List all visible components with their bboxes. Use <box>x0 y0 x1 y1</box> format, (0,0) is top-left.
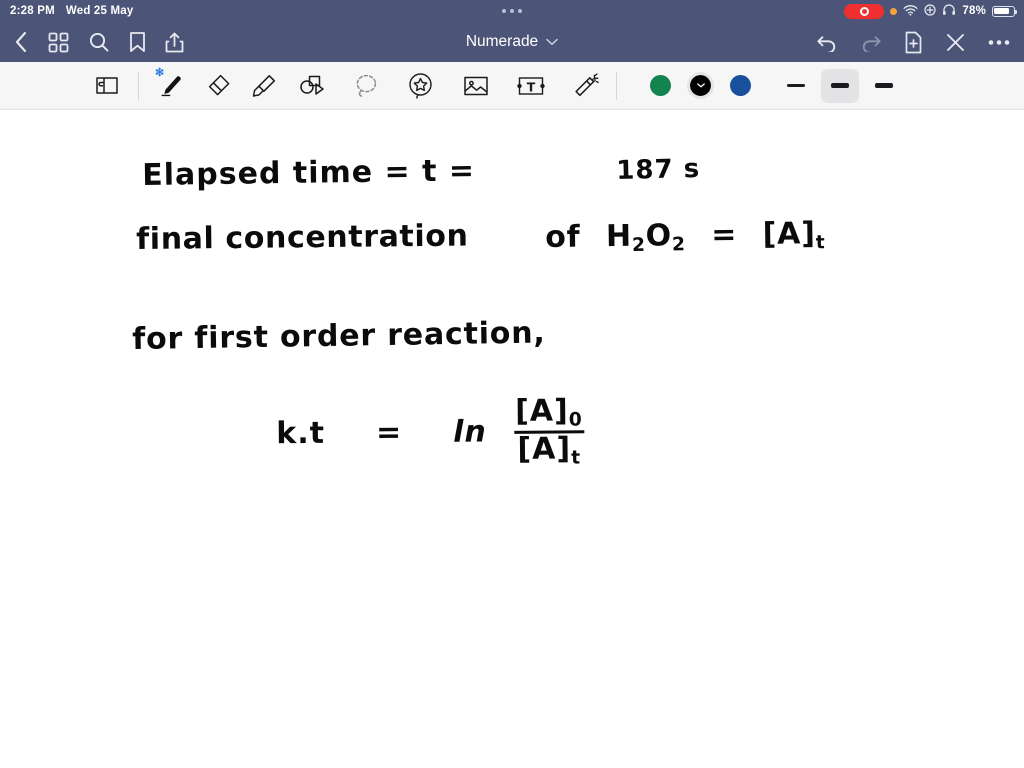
h2o2-formula-sub2a: 2 <box>631 234 646 256</box>
h2o2-of-word: of <box>545 219 581 255</box>
chevron-down-icon[interactable] <box>546 33 558 51</box>
status-bar-date: Wed 25 May <box>65 5 134 17</box>
status-bar: 2:28 PM Wed 25 May 78% <box>0 0 1024 22</box>
control-center-icon <box>924 3 936 19</box>
note-canvas[interactable]: Elapsed time = t = 187 s final concentra… <box>0 110 1024 768</box>
svg-text:T: T <box>526 79 535 94</box>
multitask-handle-icon[interactable] <box>502 9 522 13</box>
status-bar-left: 2:28 PM Wed 25 May <box>0 5 134 17</box>
stroke-width-medium[interactable] <box>821 68 859 103</box>
kt-fraction-numerator: [A]0 <box>514 393 583 431</box>
toolbar-divider <box>138 71 139 100</box>
handwritten-line-h2o2: of H2O2 = [A]t <box>545 216 826 257</box>
h2o2-formula-o: O <box>645 218 673 254</box>
magic-wand-tool[interactable] <box>562 62 609 110</box>
stroke-width-group <box>777 68 903 103</box>
page-view-tool[interactable] <box>84 62 131 110</box>
swatch-chevron-down-icon <box>690 75 711 96</box>
stroke-width-thin[interactable] <box>777 69 815 103</box>
shapes-tool[interactable] <box>287 62 334 110</box>
handwritten-line-kt-equation: k.t = ln [A]0 [A]t <box>276 393 586 471</box>
text-tool[interactable]: T <box>507 62 554 110</box>
add-page-button[interactable] <box>904 31 923 54</box>
highlighter-tool[interactable] <box>240 62 287 110</box>
wifi-icon <box>903 4 918 19</box>
eraser-tool[interactable] <box>193 62 240 110</box>
navigation-bar: Numerade <box>0 22 1024 62</box>
lasso-tool[interactable] <box>342 62 389 110</box>
kt-ln: ln <box>452 414 487 450</box>
more-button[interactable] <box>988 39 1010 46</box>
color-swatch-green[interactable] <box>650 75 671 96</box>
handwritten-line-final-concentration: final concentration <box>136 218 469 257</box>
close-button[interactable] <box>945 32 966 53</box>
bluetooth-icon: ✻ <box>155 66 165 79</box>
toolbar-divider-colors <box>616 71 617 100</box>
h2o2-formula-h: H <box>605 218 633 255</box>
redo-button[interactable] <box>860 32 882 52</box>
pen-tool[interactable]: ✻ <box>146 62 193 110</box>
kt-fraction-denominator: [A]t <box>514 430 585 470</box>
battery-icon <box>992 5 1018 17</box>
kt-left-side: k.t <box>276 415 326 452</box>
handwritten-line-first-order: for first order reaction, <box>132 315 546 357</box>
handwritten-elapsed-value: 187 s <box>616 153 701 186</box>
notes-app-window: 2:28 PM Wed 25 May 78% Numerade ✻ T Elap… <box>0 0 1024 768</box>
page-title: Numerade <box>465 33 539 50</box>
handwritten-line-elapsed-time: Elapsed time = t = <box>142 153 476 193</box>
sticker-tool[interactable] <box>397 62 444 110</box>
color-swatch-blue[interactable] <box>730 75 751 96</box>
color-swatch-black[interactable] <box>687 72 714 99</box>
tool-group: ✻ T <box>0 62 903 109</box>
h2o2-formula-sub2b: 2 <box>671 234 687 256</box>
kt-fraction: [A]0 [A]t <box>512 393 586 470</box>
undo-button[interactable] <box>816 32 838 52</box>
color-swatch-group <box>650 72 751 99</box>
drawing-toolbar: ✻ T <box>0 62 1024 110</box>
navigation-right-group <box>816 31 1010 54</box>
image-tool[interactable] <box>452 62 499 110</box>
headphones-icon <box>942 3 956 19</box>
status-bar-time: 2:28 PM <box>10 5 55 17</box>
stroke-width-thick[interactable] <box>865 69 903 103</box>
record-pill-icon[interactable] <box>844 3 885 19</box>
h2o2-sub-t: t <box>815 232 826 254</box>
h2o2-bracket-a: [A] <box>762 216 816 252</box>
kt-equals: = <box>375 415 403 451</box>
battery-percentage: 78% <box>962 5 986 17</box>
h2o2-equals: = <box>710 217 738 253</box>
status-bar-right: 78% <box>844 3 1018 19</box>
orange-privacy-dot-icon <box>890 7 898 15</box>
